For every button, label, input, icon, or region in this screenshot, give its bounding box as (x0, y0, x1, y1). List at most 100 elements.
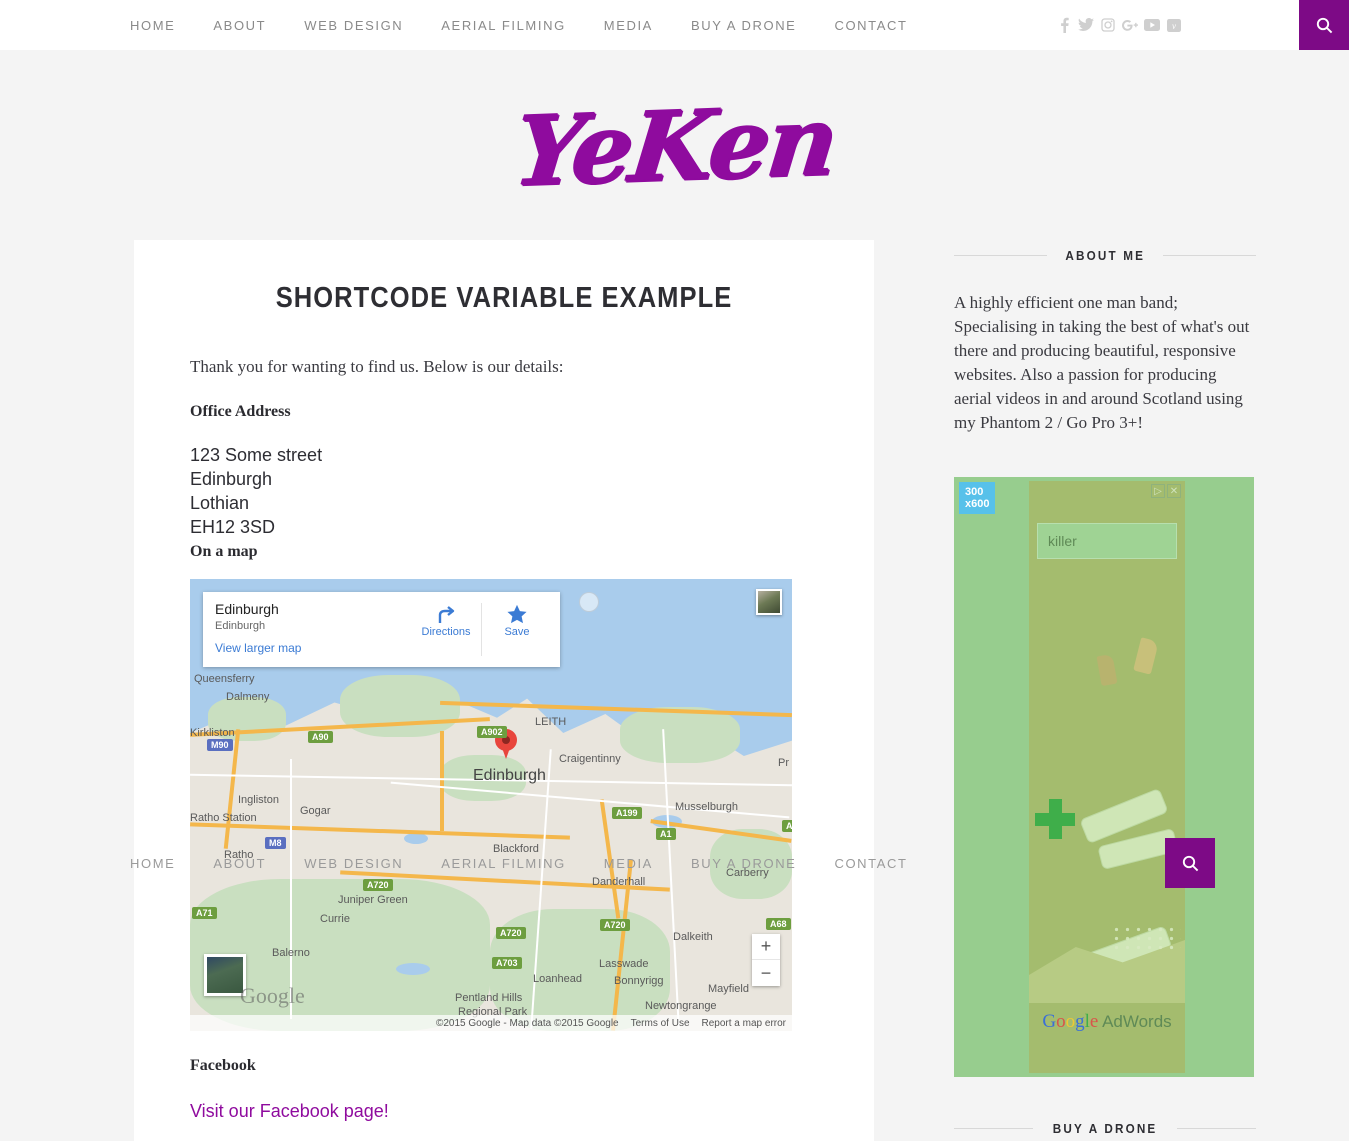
map-road-shield: A90 (308, 731, 333, 743)
address-line-2: Edinburgh (190, 469, 273, 489)
map-place-label: Musselburgh (675, 801, 738, 813)
map-place-label: Dalmeny (226, 691, 270, 703)
ad-shoe-graphic (1096, 653, 1118, 687)
nav-item-buy-a-drone[interactable]: BUY A DRONE (691, 18, 797, 33)
ad-dot-pattern (1111, 925, 1181, 953)
map-place-label: Newtongrange (645, 1000, 717, 1012)
googleplus-icon[interactable] (1119, 13, 1141, 37)
star-icon (507, 604, 527, 624)
map-road-shield: A199 (612, 807, 642, 819)
facebook-icon[interactable] (1053, 13, 1075, 37)
ad-close-icon[interactable]: ✕ (1167, 484, 1181, 498)
map-place-label: Ingliston (238, 794, 279, 806)
compass-icon[interactable] (579, 592, 599, 612)
buy-a-drone-heading-text: BUY A DRONE (1052, 1121, 1158, 1136)
map-road-shield: A720 (600, 919, 630, 931)
google-map-embed[interactable]: Queensferry Dalmeny Kirkliston Ingliston Rat… (190, 579, 792, 1031)
view-larger-map-link[interactable]: View larger map (215, 641, 415, 655)
save-button[interactable]: Save (486, 601, 548, 658)
ad-controls[interactable]: ▷ ✕ (1149, 484, 1181, 498)
nav-item-web-design[interactable]: WEB DESIGN (304, 18, 403, 33)
map-road-shield: A703 (492, 957, 522, 969)
directions-arrow-icon (438, 606, 455, 623)
nav-item-media[interactable]: MEDIA (604, 18, 653, 33)
map-place-label: Edinburgh (473, 767, 546, 784)
office-address-label: Office Address (190, 403, 291, 420)
map-place-label: Craigentinny (559, 753, 621, 765)
map-place-subtitle: Edinburgh (215, 620, 266, 632)
site-logo-area: YeKen (0, 50, 1349, 240)
map-place-label: Gogar (300, 805, 331, 817)
nav-item-about[interactable]: ABOUT (213, 18, 266, 33)
map-place-label: Queensferry (194, 673, 255, 685)
page-title: SHORTCODE VARIABLE EXAMPLE (275, 282, 733, 314)
map-place-label: Mayfield (708, 983, 749, 995)
nav-item-aerial-filming[interactable]: AERIAL FILMING (441, 18, 566, 33)
facebook-page-link[interactable]: Visit our Facebook page! (190, 1101, 846, 1122)
ad-firstaid-cross-icon (1035, 799, 1075, 839)
directions-button[interactable]: Directions (415, 601, 477, 658)
ad-info-icon[interactable]: ▷ (1151, 484, 1165, 498)
map-place-label: Ratho Station (190, 812, 257, 824)
map-road-shield: A720 (496, 927, 526, 939)
nav-item-contact[interactable]: CONTACT (834, 18, 907, 33)
instagram-icon[interactable] (1097, 13, 1119, 37)
search-button[interactable] (1299, 0, 1349, 50)
heading-rule-right (1177, 1128, 1256, 1129)
map-place-label: Currie (320, 913, 350, 925)
map-place-label: Loanhead (533, 973, 582, 985)
google-adwords-logo: Google AdWords (1042, 1011, 1172, 1032)
map-place-label: Pr (778, 757, 789, 769)
map-place-label: Bonnyrigg (614, 975, 664, 987)
map-place-label: Pentland Hills (455, 992, 523, 1004)
main-menu: HOME ABOUT WEB DESIGN AERIAL FILMING MED… (130, 18, 946, 33)
sidebar: ABOUT ME A highly efficient one man band… (954, 240, 1256, 1141)
ad-creative[interactable]: ▷ ✕ killer Google AdWords (1029, 481, 1185, 1073)
map-road-shield: A68 (766, 918, 791, 930)
about-me-heading-text: ABOUT ME (1065, 248, 1145, 263)
ad-search-field[interactable]: killer (1037, 523, 1177, 559)
page-body: SHORTCODE VARIABLE EXAMPLE Thank you for… (0, 240, 1349, 1141)
map-road-shield: A720 (363, 879, 393, 891)
on-a-map-label: On a map (190, 543, 258, 560)
map-place-label: LEITH (535, 716, 567, 728)
streetview-thumbnail[interactable] (756, 589, 782, 615)
about-me-heading: ABOUT ME (954, 248, 1256, 263)
map-copyright: ©2015 Google - Map data ©2015 Google (435, 1017, 619, 1029)
buy-a-drone-heading: BUY A DRONE (954, 1121, 1256, 1136)
search-icon (1316, 17, 1332, 33)
map-attribution: ©2015 Google - Map data ©2015 Google Ter… (190, 1015, 792, 1031)
map-road (290, 759, 292, 1019)
map-report-error-link[interactable]: Report a map error (702, 1018, 786, 1029)
site-logo[interactable]: YeKen (509, 83, 841, 207)
directions-label: Directions (421, 626, 471, 638)
map-place-label: Juniper Green (338, 894, 408, 906)
map-lake (396, 963, 430, 975)
article-card: SHORTCODE VARIABLE EXAMPLE Thank you for… (134, 240, 874, 1141)
map-place-label: Dalkeith (673, 931, 713, 943)
map-road (440, 731, 444, 831)
google-watermark: Google (240, 983, 305, 1008)
map-place-label: Blackford (493, 843, 539, 855)
address-line-3: Lothian (190, 493, 250, 513)
map-road-shield: A1 (782, 820, 792, 832)
map-road-shield: A71 (192, 907, 217, 919)
nav-item-home[interactable]: HOME (130, 18, 175, 33)
twitter-icon[interactable] (1075, 13, 1097, 37)
ad-shoe-graphic (1133, 637, 1159, 675)
map-zoom-in-button[interactable]: + (752, 934, 780, 960)
vimeo-icon[interactable]: v (1163, 13, 1185, 37)
map-place-label: Kirkliston (190, 727, 235, 739)
advertisement-banner[interactable]: 300 x600 ▷ ✕ killer Google AdWords (954, 477, 1254, 1077)
map-road-shield: A1 (656, 828, 676, 840)
youtube-icon[interactable] (1141, 13, 1163, 37)
address-line-1: 123 Some street (190, 445, 323, 465)
map-terms-link[interactable]: Terms of Use (631, 1018, 690, 1029)
about-me-body: A highly efficient one man band; Special… (954, 293, 1250, 432)
map-zoom-out-button[interactable]: − (752, 960, 780, 986)
map-road-shield: M90 (207, 739, 233, 751)
heading-rule-left (954, 1128, 1033, 1129)
map-zoom-controls[interactable]: + − (752, 934, 780, 986)
map-place-label: Balerno (272, 947, 310, 959)
map-lake (404, 833, 428, 844)
